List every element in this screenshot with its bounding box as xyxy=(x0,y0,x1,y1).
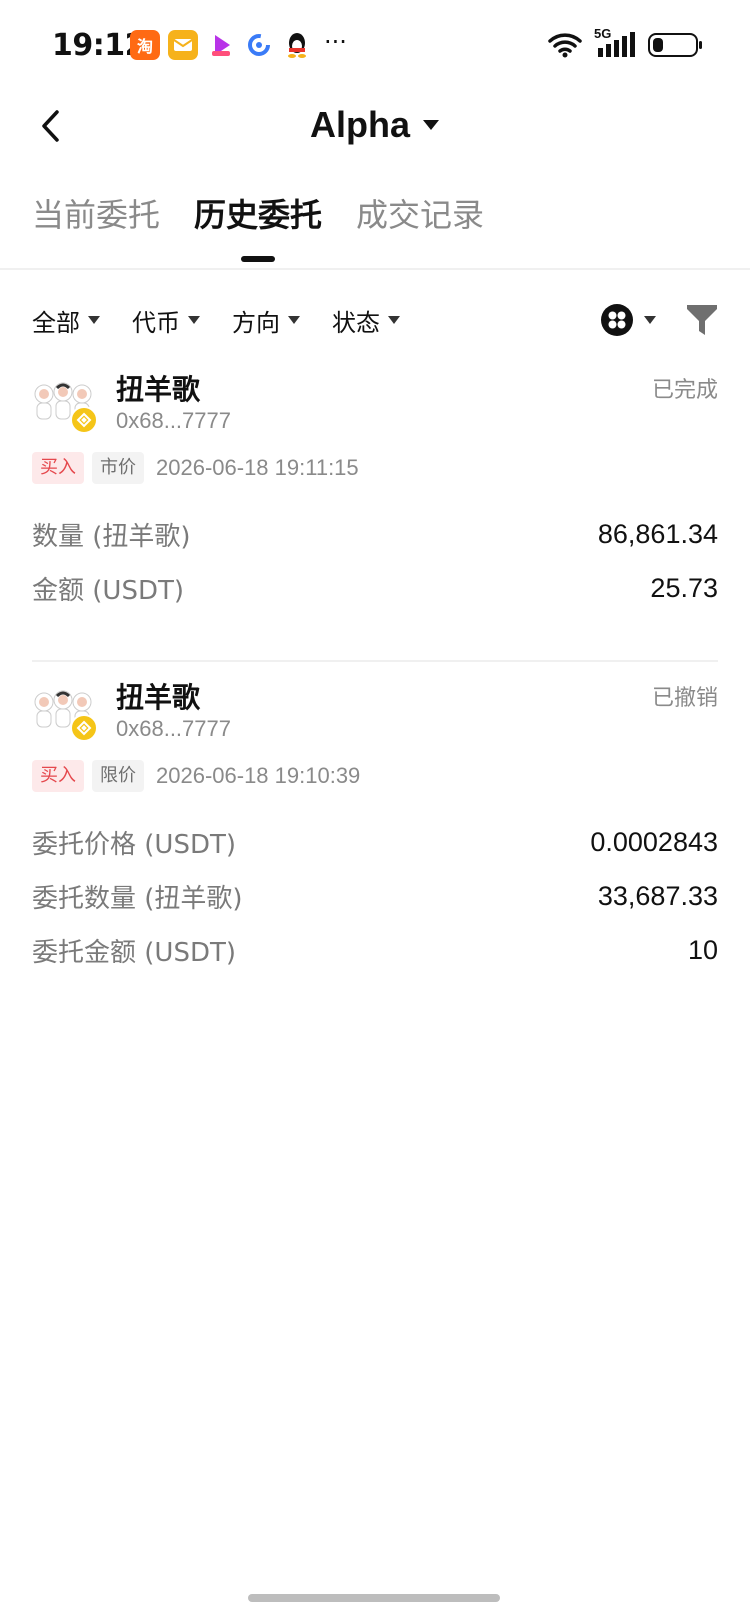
side-badge: 买入 xyxy=(32,452,84,484)
token-address: 0x68...7777 xyxy=(116,716,231,741)
battery-level xyxy=(653,38,663,52)
token-name: 扭羊歌 xyxy=(116,681,201,714)
browser-icon xyxy=(244,30,274,60)
filter-label: 状态 xyxy=(332,308,380,337)
signal-icon xyxy=(598,32,635,57)
order-field: 委托价格 (USDT) 0.0002843 xyxy=(32,824,718,861)
cellular-signal: 5G xyxy=(594,26,636,60)
order-card[interactable]: 扭羊歌 0x68...7777 已完成 买入 市价 2026-06-18 19:… xyxy=(32,368,718,608)
tab-label: 历史委托 xyxy=(194,196,323,234)
filter-actions xyxy=(600,303,718,337)
order-tabs: 当前委托 历史委托 成交记录 xyxy=(32,190,484,262)
title-selector[interactable]: Alpha xyxy=(0,104,750,146)
filter-all[interactable]: 全部 xyxy=(32,303,100,338)
taobao-icon: 淘 xyxy=(130,30,160,60)
status-bar: 19:12 淘 ··· 5G xyxy=(0,0,750,96)
order-time: 2026-06-18 19:10:39 xyxy=(156,763,361,788)
tab-current-orders[interactable]: 当前委托 xyxy=(32,190,160,262)
order-field: 金额 (USDT) 25.73 xyxy=(32,570,718,607)
filter-direction[interactable]: 方向 xyxy=(232,303,300,338)
filter-token[interactable]: 代币 xyxy=(132,303,200,338)
active-tab-indicator xyxy=(241,256,276,262)
order-field: 委托金额 (USDT) 10 xyxy=(32,932,718,969)
caret-down-icon xyxy=(388,316,400,324)
field-value: 33,687.33 xyxy=(597,881,718,911)
mail-icon xyxy=(168,30,198,60)
tabs-divider xyxy=(0,268,750,270)
caret-down-icon xyxy=(423,120,439,130)
field-value: 10 xyxy=(687,935,718,965)
order-type-badge: 限价 xyxy=(92,760,144,792)
battery-icon xyxy=(648,33,702,57)
home-indicator[interactable] xyxy=(248,1594,500,1602)
field-value: 86,861.34 xyxy=(597,519,718,549)
filter-funnel-icon[interactable] xyxy=(686,303,718,337)
token-avatar xyxy=(32,684,98,742)
page-title: Alpha xyxy=(309,104,410,145)
filter-label: 方向 xyxy=(232,308,280,337)
wifi-icon xyxy=(548,33,582,58)
token-avatar xyxy=(32,376,98,434)
system-indicators: 5G xyxy=(548,26,702,60)
caret-down-icon xyxy=(644,316,656,324)
more-notifications-icon: ··· xyxy=(324,28,347,56)
field-label: 委托数量 (扭羊歌) xyxy=(32,884,243,914)
field-label: 委托价格 (USDT) xyxy=(32,830,236,860)
order-status: 已完成 xyxy=(651,378,718,403)
field-label: 金额 (USDT) xyxy=(32,576,184,606)
order-time: 2026-06-18 19:11:15 xyxy=(156,455,359,480)
filter-bar: 全部 代币 方向 状态 xyxy=(32,296,718,344)
caret-down-icon xyxy=(288,316,300,324)
order-meta: 买入 市价 2026-06-18 19:11:15 xyxy=(32,452,359,484)
tab-label: 当前委托 xyxy=(32,196,161,234)
field-label: 数量 (扭羊歌) xyxy=(32,522,191,552)
view-mode-button[interactable] xyxy=(600,303,656,337)
side-badge: 买入 xyxy=(32,760,84,792)
order-field: 委托数量 (扭羊歌) 33,687.33 xyxy=(32,878,718,915)
filter-label: 代币 xyxy=(132,308,180,337)
grid-icon xyxy=(601,304,633,336)
caret-down-icon xyxy=(88,316,100,324)
order-status: 已撤销 xyxy=(651,686,718,711)
field-value: 0.0002843 xyxy=(590,827,718,857)
field-label: 委托金额 (USDT) xyxy=(32,938,236,968)
tab-label: 成交记录 xyxy=(356,196,485,234)
bnb-chain-badge-icon xyxy=(70,714,98,742)
tab-trade-history[interactable]: 成交记录 xyxy=(356,190,484,262)
tab-order-history[interactable]: 历史委托 xyxy=(194,190,322,262)
order-card[interactable]: 扭羊歌 0x68...7777 已撤销 买入 限价 2026-06-18 19:… xyxy=(32,676,718,986)
token-address: 0x68...7777 xyxy=(116,408,231,433)
field-value: 25.73 xyxy=(650,573,718,603)
order-meta: 买入 限价 2026-06-18 19:10:39 xyxy=(32,760,360,792)
bnb-chain-badge-icon xyxy=(70,406,98,434)
order-divider xyxy=(32,660,718,662)
filter-label: 全部 xyxy=(32,308,80,337)
caret-down-icon xyxy=(188,316,200,324)
header: Alpha xyxy=(0,96,750,176)
filter-status[interactable]: 状态 xyxy=(332,303,400,338)
token-name: 扭羊歌 xyxy=(116,373,201,406)
qq-icon xyxy=(282,30,312,60)
video-icon xyxy=(206,30,236,60)
notification-icons: 淘 ··· xyxy=(130,28,347,60)
order-type-badge: 市价 xyxy=(92,452,144,484)
order-field: 数量 (扭羊歌) 86,861.34 xyxy=(32,516,718,553)
